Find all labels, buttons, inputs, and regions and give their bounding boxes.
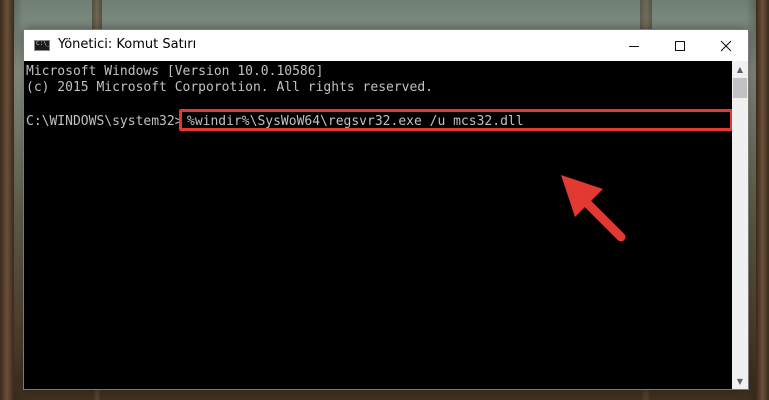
minimize-icon: [629, 45, 639, 47]
chevron-up-icon: ▲: [736, 64, 744, 74]
console-line-version: Microsoft Windows [Version 10.0.10586]: [26, 64, 324, 79]
cmd-icon: [34, 40, 50, 51]
title-bar[interactable]: Yönetici: Komut Satırı: [24, 30, 748, 61]
close-button[interactable]: [703, 30, 749, 61]
console-prompt: C:\WINDOWS\system32>: [26, 114, 183, 129]
pointer-arrow-icon: [561, 175, 626, 242]
maximize-icon: [675, 40, 685, 51]
vertical-scrollbar[interactable]: ▲ ▼: [732, 61, 748, 389]
scroll-thumb[interactable]: [733, 78, 747, 98]
scroll-up-button[interactable]: ▲: [732, 61, 748, 77]
command-prompt-window: Yönetici: Komut Satırı Microsoft Windows…: [23, 29, 749, 390]
background-tree: [756, 0, 769, 400]
background-tree: [0, 0, 14, 400]
console-line-copyright: (c) 2015 Microsoft Corporotion. All righ…: [26, 80, 433, 95]
close-icon: [720, 40, 732, 51]
console-command-line[interactable]: C:\WINDOWS\system32> %windir%\SysWoW64\r…: [26, 114, 524, 178]
command-highlight-box: [179, 109, 732, 131]
minimize-button[interactable]: [611, 30, 657, 61]
chevron-down-icon: ▼: [736, 376, 744, 386]
scroll-down-button[interactable]: ▼: [732, 373, 748, 389]
console-output[interactable]: Microsoft Windows [Version 10.0.10586] (…: [24, 61, 732, 389]
maximize-button[interactable]: [657, 30, 703, 61]
window-title: Yönetici: Komut Satırı: [58, 37, 197, 52]
